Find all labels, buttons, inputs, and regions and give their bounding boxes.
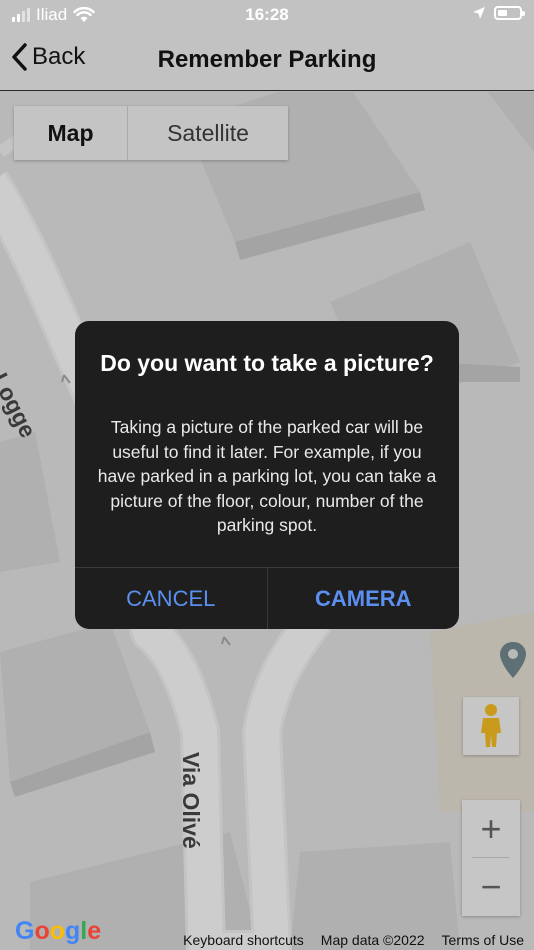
nav-bar: Back Remember Parking [0,30,534,91]
road-label-via-olive: Via Olivé [178,752,204,849]
cancel-button[interactable]: CANCEL [75,568,268,629]
location-arrow-icon [473,7,485,19]
google-logo-letter: o [49,917,66,945]
google-logo: Google [15,917,101,946]
google-logo-letter: o [34,917,50,945]
keyboard-shortcuts-link[interactable]: Keyboard shortcuts [183,932,304,948]
map-type-map-button[interactable]: Map [14,106,128,160]
back-button[interactable]: Back [10,42,85,72]
dialog-message: Taking a picture of the parked car will … [97,417,437,535]
dialog-title: Do you want to take a picture? [100,350,434,376]
back-label: Back [32,43,86,70]
map-pin-icon[interactable] [498,640,528,680]
camera-button[interactable]: CAMERA [268,568,460,629]
take-picture-dialog: Do you want to take a picture? Taking a … [75,321,459,629]
pegman-icon [481,704,501,747]
status-right [472,6,525,20]
zoom-out-button[interactable]: − [462,858,520,916]
terms-of-use-link[interactable]: Terms of Use [442,932,524,948]
chevron-left-icon [12,43,27,71]
map-type-satellite-button[interactable]: Satellite [128,106,288,160]
map-footer: Keyboard shortcuts Map data ©2022 Terms … [183,932,524,948]
map-type-toggle: Map Satellite [14,106,288,160]
dialog-actions: CANCEL CAMERA [75,567,459,629]
status-bar: Iliad 16:28 [0,0,534,30]
google-logo-letter: G [15,917,35,945]
google-logo-letter: e [87,917,102,945]
zoom-divider [472,857,510,858]
google-logo-letter: g [65,917,81,945]
status-time: 16:28 [245,5,289,24]
street-view-button[interactable] [463,697,519,755]
zoom-in-button[interactable]: + [462,800,520,858]
map-data-link[interactable]: Map data ©2022 [321,932,425,948]
zoom-control: + − [462,800,520,916]
battery-icon [494,6,525,20]
